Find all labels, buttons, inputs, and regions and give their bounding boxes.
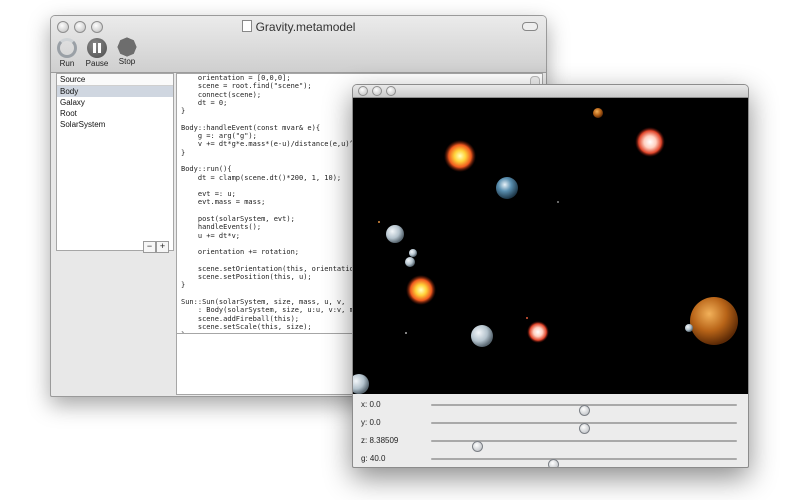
slider-row-z: z: 8.38509 [361, 435, 741, 452]
close-window-button[interactable] [358, 86, 368, 96]
y-slider-knob[interactable] [579, 423, 590, 434]
toolbar: Run Pause Stop [55, 38, 139, 68]
z-slider-track[interactable] [431, 440, 737, 452]
fireball [635, 127, 665, 157]
run-button[interactable]: Run [55, 38, 79, 68]
window-title: Gravity.metamodel [51, 20, 546, 34]
stop-icon [115, 35, 139, 59]
planet [353, 374, 369, 394]
slider-row-y: y: 0.0 [361, 417, 741, 434]
add-item-button[interactable]: + [156, 241, 169, 253]
minimize-window-button[interactable] [372, 86, 382, 96]
document-icon [241, 20, 252, 32]
star [557, 201, 559, 203]
y-slider-track[interactable] [431, 422, 737, 434]
planet [685, 324, 693, 332]
planet [409, 249, 417, 257]
editor-titlebar: Gravity.metamodel Run Pause Stop [51, 16, 546, 73]
parameter-controls: x: 0.0 y: 0.0 z: 8.38509 g: 40.0 [353, 395, 748, 467]
run-icon [57, 38, 77, 58]
star [526, 317, 528, 319]
remove-item-button[interactable]: − [143, 241, 156, 253]
slider-row-x: x: 0.0 [361, 399, 741, 416]
planet [405, 257, 415, 267]
planet [386, 225, 404, 243]
space-scene [353, 108, 738, 394]
g-slider-track[interactable] [431, 458, 737, 467]
fireball [444, 140, 476, 172]
source-list-header: Source [57, 74, 173, 86]
planet [471, 325, 493, 347]
fireball [406, 275, 436, 305]
simulation-window: x: 0.0 y: 0.0 z: 8.38509 g: 40.0 [352, 84, 749, 468]
toolbar-toggle-button[interactable] [522, 22, 538, 31]
source-list: Source Body Galaxy Root SolarSystem [56, 73, 174, 251]
star [405, 332, 407, 334]
planet [496, 177, 518, 199]
planet [593, 108, 603, 118]
window-controls [358, 86, 396, 96]
g-slider-knob[interactable] [548, 459, 560, 467]
source-item-body[interactable]: Body [57, 86, 173, 97]
pause-button[interactable]: Pause [85, 38, 109, 68]
zoom-window-button[interactable] [386, 86, 396, 96]
list-buttons: − + [143, 241, 169, 253]
planet [690, 297, 738, 345]
source-item-galaxy[interactable]: Galaxy [57, 97, 173, 108]
x-slider-track[interactable] [431, 404, 737, 416]
source-item-root[interactable]: Root [57, 108, 173, 119]
slider-row-g: g: 40.0 [361, 453, 741, 467]
source-item-solarsystem[interactable]: SolarSystem [57, 119, 173, 130]
stop-button[interactable]: Stop [115, 38, 139, 68]
z-slider-knob[interactable] [471, 441, 483, 452]
simulation-titlebar [353, 85, 748, 98]
code-line: orientation = [0,0,0]; [181, 74, 291, 82]
pause-icon [87, 38, 107, 58]
fireball [527, 321, 549, 343]
star [378, 221, 380, 223]
simulation-viewport[interactable] [353, 98, 748, 394]
x-slider-knob[interactable] [579, 405, 590, 416]
